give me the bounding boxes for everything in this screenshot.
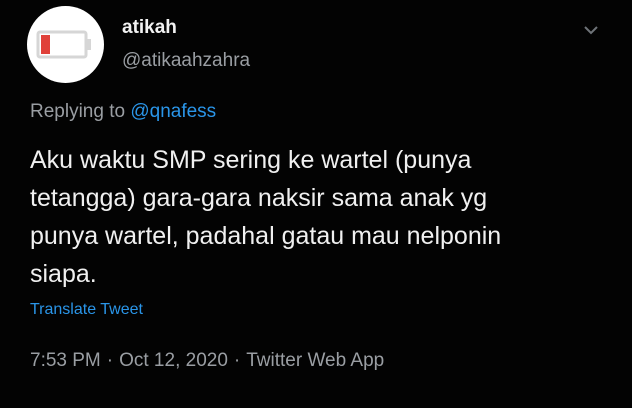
- tweet-card: atikah @atikaahzahra Replying to @qnafes…: [0, 0, 632, 408]
- tweet-source: Twitter Web App: [246, 350, 385, 371]
- tweet-text-line: punya wartel, padahal gatau mau nelponin: [30, 222, 502, 250]
- translate-tweet-link[interactable]: Translate Tweet: [30, 301, 143, 319]
- replying-to: Replying to @qnafess: [30, 101, 216, 123]
- low-battery-icon: [36, 30, 91, 59]
- meta-separator: ·: [106, 350, 114, 371]
- reply-mention-link[interactable]: @qnafess: [130, 101, 216, 122]
- replying-to-label: Replying to: [30, 101, 126, 122]
- display-name[interactable]: atikah: [122, 17, 177, 39]
- tweet-text-line: tetangga) gara-gara naksir sama anak yg: [30, 184, 488, 212]
- tweet-text-line: siapa.: [30, 260, 97, 288]
- tweet-date[interactable]: Oct 12, 2020: [119, 350, 228, 371]
- tweet-meta: 7:53 PM · Oct 12, 2020 · Twitter Web App: [30, 350, 384, 372]
- avatar[interactable]: [27, 6, 104, 83]
- user-handle[interactable]: @atikaahzahra: [122, 50, 250, 72]
- tweet-text-line: Aku waktu SMP sering ke wartel (punya: [30, 146, 472, 174]
- tweet-text: Aku waktu SMP sering ke wartel (punya te…: [30, 141, 610, 293]
- meta-separator: ·: [233, 350, 241, 371]
- chevron-down-icon[interactable]: [580, 22, 602, 38]
- tweet-time[interactable]: 7:53 PM: [30, 350, 101, 371]
